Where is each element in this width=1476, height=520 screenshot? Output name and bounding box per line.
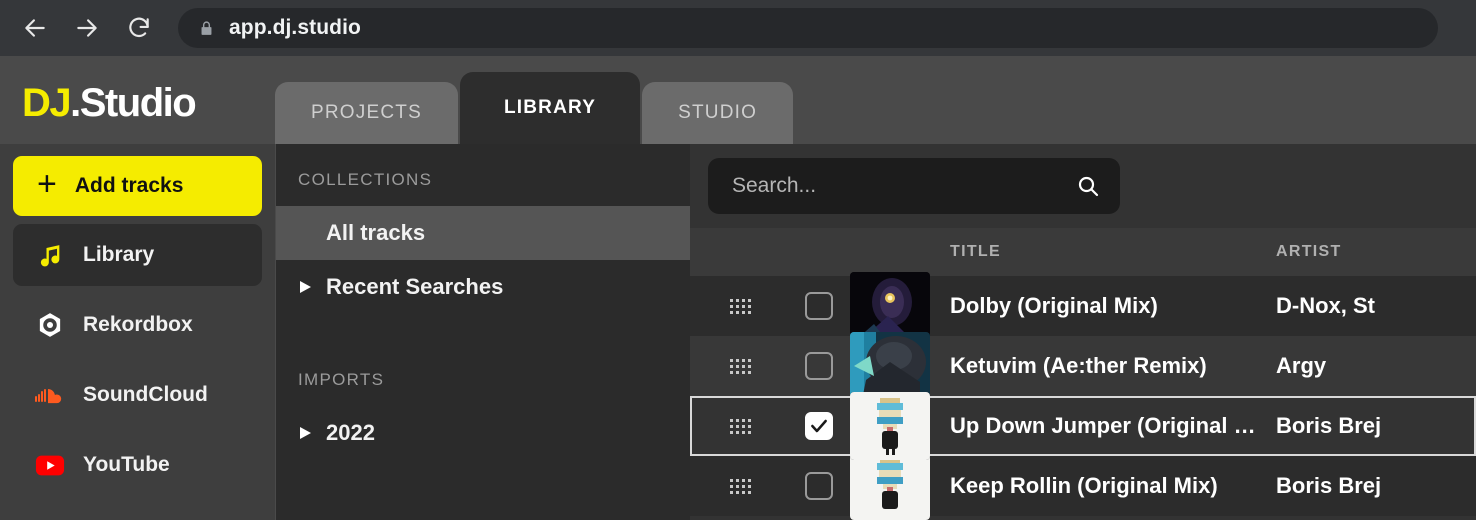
table-header-row: TITLE ARTIST: [690, 228, 1476, 276]
collections-panel: COLLECTIONS All tracks Recent Searches I…: [275, 144, 690, 520]
chevron-right-icon[interactable]: [298, 426, 312, 440]
search-icon[interactable]: [1076, 174, 1100, 198]
tab-studio-label: STUDIO: [678, 102, 758, 123]
search-placeholder: Search...: [732, 174, 817, 197]
sidebar-item-youtube[interactable]: YouTube: [13, 434, 262, 496]
album-art: [848, 392, 932, 460]
track-artist: Boris Brej: [1276, 413, 1382, 438]
tab-studio[interactable]: STUDIO: [642, 82, 794, 144]
collection-item-recent-searches-label: Recent Searches: [326, 274, 504, 299]
soundcloud-icon: [35, 380, 65, 410]
import-item-2022-label: 2022: [326, 420, 375, 445]
app-body: + Add tracks Library Rekordbox SoundClou…: [0, 144, 1476, 520]
back-button[interactable]: [14, 7, 56, 49]
imports-section-header: IMPORTS: [298, 370, 385, 389]
chevron-right-icon[interactable]: [298, 280, 312, 294]
column-header-title[interactable]: TITLE: [932, 243, 1272, 261]
table-row[interactable]: Dolby (Original Mix) D-Nox, St: [690, 272, 1476, 340]
logo-name: .Studio: [70, 81, 197, 125]
logo-mark: DJ: [22, 81, 72, 125]
drag-handle-icon[interactable]: [690, 298, 790, 314]
forward-button[interactable]: [66, 7, 108, 49]
sidebar-item-soundcloud[interactable]: SoundCloud: [13, 364, 262, 426]
track-list-panel: Search... TITLE ARTIST Dolby (Original M…: [690, 144, 1476, 520]
sidebar-item-youtube-label: YouTube: [83, 453, 170, 476]
search-area: Search...: [690, 144, 1476, 228]
app-logo[interactable]: DJ .Studio: [0, 81, 275, 144]
add-tracks-button[interactable]: + Add tracks: [13, 156, 262, 216]
app-header: DJ .Studio PROJECTS LIBRARY STUDIO: [0, 56, 1476, 144]
album-art: [848, 272, 932, 340]
youtube-icon: [35, 450, 65, 480]
browser-toolbar: app.dj.studio: [0, 0, 1476, 56]
row-checkbox[interactable]: [790, 292, 848, 320]
track-artist: Argy: [1276, 353, 1327, 378]
row-checkbox[interactable]: [790, 412, 848, 440]
main-tabs: PROJECTS LIBRARY STUDIO: [275, 56, 795, 144]
drag-handle-icon[interactable]: [690, 478, 790, 494]
sidebar-item-library[interactable]: Library: [13, 224, 262, 286]
album-art-teal-creature: [850, 332, 930, 400]
checkbox-unchecked-icon: [805, 472, 833, 500]
url-text: app.dj.studio: [229, 16, 361, 39]
tab-library[interactable]: LIBRARY: [459, 72, 641, 144]
album-art-pixel-character: [850, 392, 930, 460]
lock-icon: [198, 19, 215, 38]
rekordbox-icon: [35, 310, 65, 340]
add-tracks-label: Add tracks: [74, 174, 184, 197]
import-item-2022[interactable]: 2022: [276, 406, 690, 460]
collections-section-header: COLLECTIONS: [298, 170, 433, 189]
album-art-dark-glow: [850, 272, 930, 340]
reload-button[interactable]: [118, 7, 160, 49]
sidebar: + Add tracks Library Rekordbox SoundClou…: [0, 144, 275, 520]
column-header-artist[interactable]: ARTIST: [1272, 243, 1476, 261]
collections-spacer: [276, 314, 690, 370]
track-title: Ketuvim (Ae:ther Remix): [950, 353, 1207, 378]
drag-handle-icon[interactable]: [690, 358, 790, 374]
table-row[interactable]: Keep Rollin (Original Mix) Boris Brej: [690, 452, 1476, 520]
sidebar-item-rekordbox-label: Rekordbox: [83, 313, 193, 336]
sidebar-item-library-label: Library: [83, 243, 155, 266]
tab-projects-label: PROJECTS: [311, 102, 422, 123]
collection-item-all-tracks[interactable]: All tracks: [276, 206, 690, 260]
collection-item-all-tracks-label: All tracks: [326, 220, 426, 245]
checkbox-checked-icon: [805, 412, 833, 440]
arrow-left-icon: [22, 15, 48, 41]
sidebar-item-soundcloud-label: SoundCloud: [83, 383, 208, 406]
checkbox-unchecked-icon: [805, 352, 833, 380]
album-art: [848, 452, 932, 520]
track-title: Keep Rollin (Original Mix): [950, 473, 1218, 498]
tab-projects[interactable]: PROJECTS: [275, 82, 458, 144]
album-art-pixel-character: [850, 452, 930, 520]
checkbox-unchecked-icon: [805, 292, 833, 320]
track-artist: D-Nox, St: [1276, 293, 1375, 318]
collection-item-recent-searches[interactable]: Recent Searches: [276, 260, 690, 314]
plus-icon: +: [37, 165, 57, 203]
table-row[interactable]: Ketuvim (Ae:ther Remix) Argy: [690, 332, 1476, 400]
track-table: TITLE ARTIST Dolby (Original Mix) D-Nox,…: [690, 228, 1476, 520]
drag-handle-icon[interactable]: [690, 418, 790, 434]
track-artist: Boris Brej: [1276, 473, 1382, 498]
table-row[interactable]: Up Down Jumper (Original … Boris Brej: [690, 392, 1476, 460]
row-checkbox[interactable]: [790, 352, 848, 380]
reload-icon: [126, 15, 152, 41]
search-input[interactable]: Search...: [708, 158, 1120, 214]
track-title: Up Down Jumper (Original …: [950, 413, 1256, 438]
sidebar-item-rekordbox[interactable]: Rekordbox: [13, 294, 262, 356]
tab-library-label: LIBRARY: [503, 97, 597, 118]
track-title: Dolby (Original Mix): [950, 293, 1158, 318]
row-checkbox[interactable]: [790, 472, 848, 500]
arrow-right-icon: [74, 15, 100, 41]
music-note-icon: [35, 240, 65, 270]
album-art: [848, 332, 932, 400]
url-bar[interactable]: app.dj.studio: [178, 8, 1438, 48]
